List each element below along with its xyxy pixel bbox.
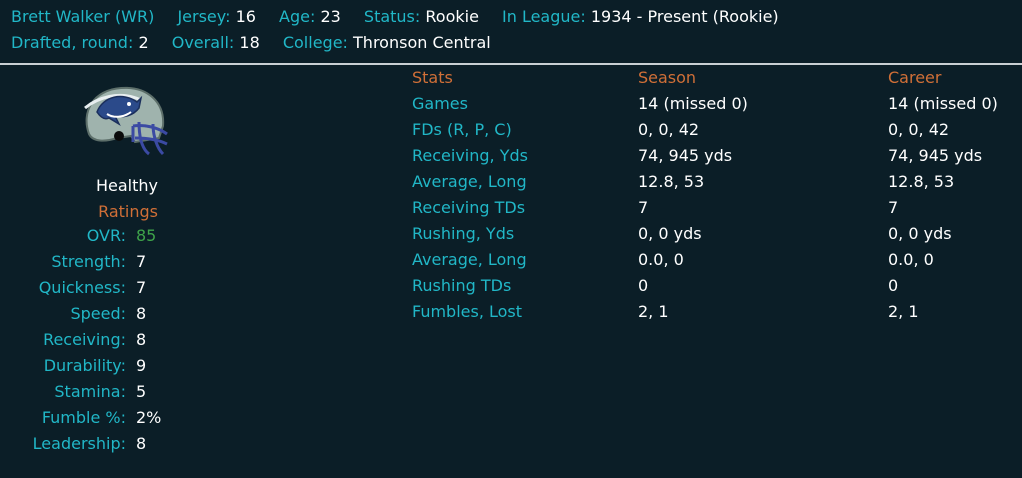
stat-season: 2, 1: [638, 302, 669, 321]
jersey-value: 16: [235, 7, 256, 26]
stat-season: 12.8, 53: [638, 172, 705, 191]
stats-row-fumbles-lost: Fumbles, Lost 2, 1 2, 1: [0, 302, 1022, 328]
player-header: Brett Walker (WR) Jersey: 16 Age: 23 Sta…: [0, 0, 1022, 65]
age-label: Age:: [279, 7, 316, 26]
drafted-value: 2: [138, 33, 149, 52]
stats-header-name: Stats: [412, 68, 453, 87]
stat-career: 2, 1: [888, 302, 919, 321]
stat-name: Rushing TDs: [412, 276, 512, 295]
header-divider: [0, 63, 1022, 65]
rating-value-fumble-pct: 2%: [136, 408, 162, 427]
status-label: Status:: [363, 7, 421, 26]
rating-row-stamina: Stamina: 5: [0, 382, 200, 408]
stat-career: 0, 0, 42: [888, 120, 950, 139]
stats-row-rushing-yds: Rushing, Yds 0, 0 yds 0, 0 yds: [0, 224, 1022, 250]
stats-header-row: Stats Season Career: [0, 68, 1022, 94]
stat-name: Average, Long: [412, 250, 527, 269]
stat-season: 14 (missed 0): [638, 94, 748, 113]
stat-season: 7: [638, 198, 649, 217]
stat-name: FDs (R, P, C): [412, 120, 512, 139]
overall-label: Overall:: [171, 33, 235, 52]
in-league-value: 1934 - Present (Rookie): [590, 7, 779, 26]
header-line-1: Brett Walker (WR) Jersey: 16 Age: 23 Sta…: [11, 7, 779, 26]
rating-row-leadership: Leadership: 8: [0, 434, 200, 460]
header-line-2: Drafted, round: 2 Overall: 18 College: T…: [11, 33, 491, 52]
stat-career: 0, 0 yds: [888, 224, 952, 243]
jersey-label: Jersey:: [177, 7, 231, 26]
stats-row-receiving-avg-long: Average, Long 12.8, 53 12.8, 53: [0, 172, 1022, 198]
stat-name: Games: [412, 94, 468, 113]
player-position: (WR): [114, 7, 155, 26]
rating-value-leadership: 8: [136, 434, 147, 453]
status-value: Rookie: [425, 7, 479, 26]
rating-label-leadership: Leadership:: [32, 434, 126, 453]
in-league-label: In League:: [502, 7, 586, 26]
drafted-label: Drafted, round:: [11, 33, 134, 52]
stats-row-games: Games 14 (missed 0) 14 (missed 0): [0, 94, 1022, 120]
stat-name: Rushing, Yds: [412, 224, 515, 243]
stat-season: 0, 0, 42: [638, 120, 700, 139]
player-name[interactable]: Brett Walker: [11, 7, 110, 26]
rating-label-stamina: Stamina:: [54, 382, 126, 401]
rating-value-stamina: 5: [136, 382, 147, 401]
stat-career: 74, 945 yds: [888, 146, 983, 165]
stats-row-rushing-avg-long: Average, Long 0.0, 0 0.0, 0: [0, 250, 1022, 276]
college-label: College:: [282, 33, 348, 52]
stat-career: 0: [888, 276, 899, 295]
stat-name: Receiving TDs: [412, 198, 526, 217]
stats-row-receiving-tds: Receiving TDs 7 7: [0, 198, 1022, 224]
stats-row-fds: FDs (R, P, C) 0, 0, 42 0, 0, 42: [0, 120, 1022, 146]
stat-name: Average, Long: [412, 172, 527, 191]
stats-row-receiving-yds: Receiving, Yds 74, 945 yds 74, 945 yds: [0, 146, 1022, 172]
stat-season: 0, 0 yds: [638, 224, 702, 243]
overall-value: 18: [239, 33, 260, 52]
stat-career: 12.8, 53: [888, 172, 955, 191]
college-value[interactable]: Thronson Central: [353, 33, 491, 52]
age-value: 23: [320, 7, 341, 26]
rating-label-fumble-pct: Fumble %:: [41, 408, 126, 427]
stat-name: Fumbles, Lost: [412, 302, 523, 321]
stats-row-rushing-tds: Rushing TDs 0 0: [0, 276, 1022, 302]
stats-header-season: Season: [638, 68, 697, 87]
stat-season: 0.0, 0: [638, 250, 684, 269]
stats-header-career: Career: [888, 68, 942, 87]
stat-season: 74, 945 yds: [638, 146, 733, 165]
rating-row-fumble-pct: Fumble %: 2%: [0, 408, 200, 434]
stats-table: Stats Season Career Games 14 (missed 0) …: [0, 66, 1022, 366]
stat-season: 0: [638, 276, 649, 295]
stat-name: Receiving, Yds: [412, 146, 528, 165]
stat-career: 7: [888, 198, 899, 217]
stat-career: 0.0, 0: [888, 250, 934, 269]
stat-career: 14 (missed 0): [888, 94, 998, 113]
